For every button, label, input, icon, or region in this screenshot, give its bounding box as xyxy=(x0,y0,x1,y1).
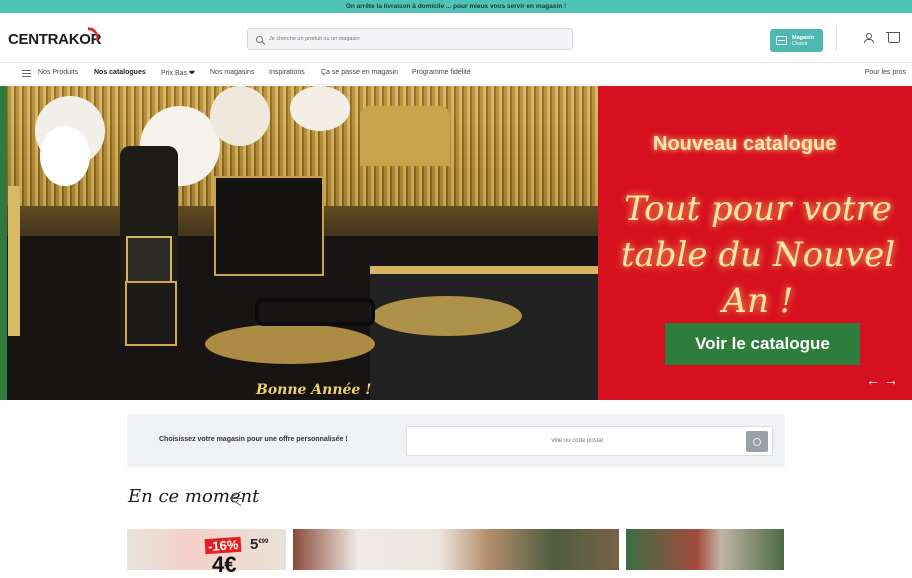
hero-left-strip xyxy=(0,86,7,400)
heart-icon: ❤ xyxy=(189,70,195,77)
store-picker-field[interactable] xyxy=(406,426,773,456)
hero-banner[interactable]: Bonne Année ! Nouveau catalogue Tout pou… xyxy=(0,86,912,400)
locate-button[interactable] xyxy=(746,431,768,452)
announcement-bar: On arrête la livraison à domicile ... po… xyxy=(0,0,912,13)
view-catalogue-button[interactable]: Voir le catalogue xyxy=(665,323,860,365)
nav-catalogues[interactable]: Nos catalogues xyxy=(94,69,146,76)
nav-stores[interactable]: Nos magasins xyxy=(210,69,254,76)
nav-low-prices-label: Prix Bas xyxy=(161,70,188,77)
search-icon[interactable] xyxy=(256,35,263,43)
hero-script-text: Tout pour votre table du Nouvel An ! xyxy=(620,189,896,321)
hero-title: Nouveau catalogue xyxy=(653,133,837,155)
nav-products[interactable]: Nos Produits xyxy=(38,69,78,76)
site-header: CENTRAKOR Magasin Choisir xyxy=(0,13,912,63)
hero-photo-text: Bonne Année ! xyxy=(256,382,372,398)
hero-photo: Bonne Année ! xyxy=(0,86,600,400)
carousel-arrows[interactable]: ←→ xyxy=(866,372,902,388)
search-bar[interactable] xyxy=(247,28,573,50)
announcement-text: On arrête la livraison à domicile ... po… xyxy=(345,3,567,10)
store-picker: Choisissez votre magasin pour une offre … xyxy=(127,414,785,467)
search-input[interactable] xyxy=(269,36,549,42)
account-icon[interactable] xyxy=(864,33,874,44)
nav-in-store[interactable]: Ça se passe en magasin xyxy=(321,69,398,76)
promo-card-2[interactable] xyxy=(293,529,619,570)
store-button-label: Magasin Choisir xyxy=(792,35,814,47)
logo-swoosh-icon xyxy=(86,27,100,41)
store-icon xyxy=(776,36,787,45)
store-button-subtitle: Choisir xyxy=(792,40,808,47)
main-nav: Nos Produits Nos catalogues Prix Bas ❤ N… xyxy=(0,63,912,85)
header-divider xyxy=(836,27,837,51)
old-price: 5€99 xyxy=(250,536,268,553)
store-picker-label: Choisissez votre magasin pour une offre … xyxy=(159,436,348,443)
nav-pros[interactable]: Pour les pros xyxy=(865,69,906,76)
new-price: 4€ xyxy=(212,552,237,577)
store-button[interactable]: Magasin Choisir xyxy=(770,29,823,52)
old-price-cents: €99 xyxy=(258,539,269,545)
promo-card-3[interactable] xyxy=(626,529,784,570)
menu-icon[interactable] xyxy=(22,70,31,77)
nav-inspirations[interactable]: Inspirations xyxy=(269,69,305,76)
cart-icon[interactable] xyxy=(886,32,900,43)
nav-loyalty[interactable]: Programme fidélité xyxy=(412,69,471,76)
nav-low-prices[interactable]: Prix Bas ❤ xyxy=(161,69,195,77)
postcode-input[interactable] xyxy=(407,427,747,455)
sparkle-icon xyxy=(230,491,244,506)
